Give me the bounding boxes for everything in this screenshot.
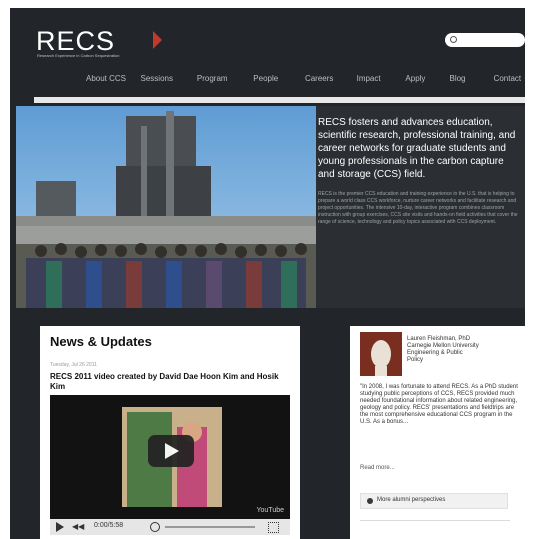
alumni-card: Lauren Fleishman, PhD Carnegie Mellon Un… xyxy=(350,326,525,539)
alumni-name: Lauren Fleishman, PhD Carnegie Mellon Un… xyxy=(407,336,479,363)
news-panel: News & Updates Tuesday, Jul 26 2011 RECS… xyxy=(40,326,300,539)
news-headline-link[interactable]: RECS 2011 video created by David Dae Hoo… xyxy=(50,372,288,392)
rewind-icon[interactable]: ◀◀ xyxy=(72,522,84,531)
nav-blog[interactable]: Blog xyxy=(449,70,493,88)
nav-careers[interactable]: Careers xyxy=(305,70,357,88)
search-icon xyxy=(450,36,457,43)
bullet-icon xyxy=(367,498,373,504)
news-date: Tuesday, Jul 26 2011 xyxy=(50,362,97,368)
hero-headline: RECS fosters and advances education, sci… xyxy=(318,117,516,180)
header-divider xyxy=(34,97,525,103)
video-controls: ◀◀ 0:00/5:58 xyxy=(50,519,290,535)
video-player[interactable]: YouTube ◀◀ 0:00/5:58 xyxy=(50,395,290,535)
fullscreen-icon[interactable] xyxy=(268,522,279,533)
nav-impact[interactable]: Impact xyxy=(357,70,406,88)
video-time: 0:00/5:58 xyxy=(94,522,124,529)
nav-apply[interactable]: Apply xyxy=(405,70,449,88)
hero-text: RECS fosters and advances education, sci… xyxy=(318,116,523,226)
more-alumni-label: More alumni perspectives xyxy=(377,497,446,503)
nav-people[interactable]: People xyxy=(253,70,305,88)
page: RECS Research Experience in Carbon Seque… xyxy=(10,8,525,539)
more-alumni-button[interactable]: More alumni perspectives xyxy=(360,493,508,509)
alumni-avatar xyxy=(360,332,402,376)
read-more-link[interactable]: Read more... xyxy=(360,465,395,471)
search-input[interactable] xyxy=(445,33,525,47)
logo-chevron-icon xyxy=(153,31,162,49)
news-title: News & Updates xyxy=(50,334,152,349)
volume-icon[interactable] xyxy=(150,522,160,532)
video-progress-bar[interactable] xyxy=(165,526,255,528)
alumni-quote: "In 2008, I was fortunate to attend RECS… xyxy=(360,384,518,425)
nav-contact[interactable]: Contact xyxy=(494,70,525,88)
youtube-logo-icon[interactable]: YouTube xyxy=(256,507,284,514)
hero-body: RECS is the premier CCS education and tr… xyxy=(318,191,518,225)
nav-about-ccs[interactable]: About CCS xyxy=(86,70,141,88)
card-divider xyxy=(360,520,510,521)
logo-tagline: Research Experience in Carbon Sequestrat… xyxy=(37,53,120,58)
play-icon[interactable] xyxy=(56,522,64,532)
nav-program[interactable]: Program xyxy=(197,70,253,88)
hero-banner: RECS fosters and advances education, sci… xyxy=(16,106,525,308)
nav-sessions[interactable]: Sessions xyxy=(141,70,197,88)
video-play-icon[interactable] xyxy=(148,435,194,467)
main-nav: About CCS Sessions Program People Career… xyxy=(86,70,525,88)
hero-photo xyxy=(16,106,316,308)
